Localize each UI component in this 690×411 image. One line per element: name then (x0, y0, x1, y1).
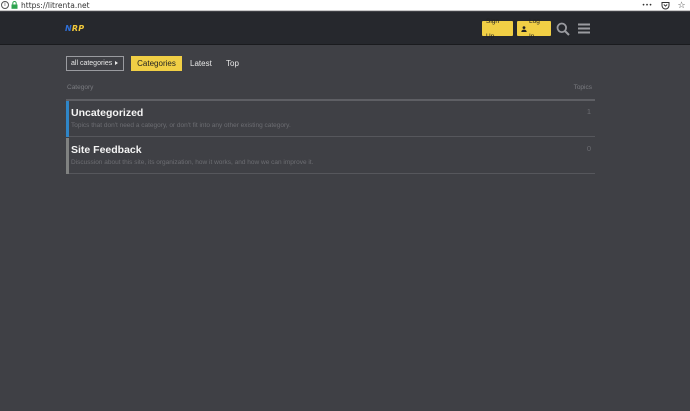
lock-icon (11, 1, 18, 9)
category-name[interactable]: Uncategorized (71, 107, 143, 119)
logo-letter-n: N (65, 24, 72, 33)
logo-letters: RP (71, 24, 85, 33)
tab-latest[interactable]: Latest (190, 56, 212, 71)
browser-address-bar: i https://litrenta.net ••• ☆ (0, 0, 690, 11)
tab-top[interactable]: Top (226, 56, 239, 71)
category-dropdown-label: all categories (71, 60, 113, 67)
table-header: Category Topics (66, 84, 595, 100)
category-topic-count: 0 (586, 144, 591, 153)
category-description: Discussion about this site, its organiza… (71, 159, 314, 166)
caret-right-icon (115, 61, 118, 65)
category-topic-count: 1 (586, 107, 591, 116)
category-color-stripe (66, 101, 69, 137)
category-row-uncategorized[interactable]: Uncategorized Topics that don't need a c… (66, 101, 595, 137)
log-in-label: Log In (528, 17, 540, 40)
hamburger-menu-icon[interactable] (578, 23, 590, 34)
category-row-site-feedback[interactable]: Site Feedback Discussion about this site… (66, 138, 595, 174)
info-icon[interactable]: i (1, 1, 9, 9)
bookmark-star-icon[interactable]: ☆ (677, 1, 686, 11)
sign-up-button[interactable]: Sign Up (482, 18, 513, 40)
category-dropdown[interactable]: all categories (66, 56, 124, 71)
search-icon[interactable] (556, 22, 570, 36)
user-icon (521, 25, 527, 32)
category-color-stripe (66, 138, 69, 174)
tab-categories[interactable]: Categories (131, 56, 182, 71)
column-header-topics: Topics (573, 84, 592, 91)
more-icon[interactable]: ••• (640, 1, 654, 10)
sign-up-label: Sign Up (486, 17, 500, 40)
site-logo[interactable]: NRP (65, 24, 84, 33)
column-header-category: Category (67, 84, 94, 91)
url-field[interactable]: https://litrenta.net (21, 0, 90, 11)
category-description: Topics that don't need a category, or do… (71, 122, 291, 129)
pocket-icon[interactable] (661, 1, 670, 10)
category-name[interactable]: Site Feedback (71, 144, 142, 156)
log-in-button[interactable]: Log In (517, 18, 551, 40)
